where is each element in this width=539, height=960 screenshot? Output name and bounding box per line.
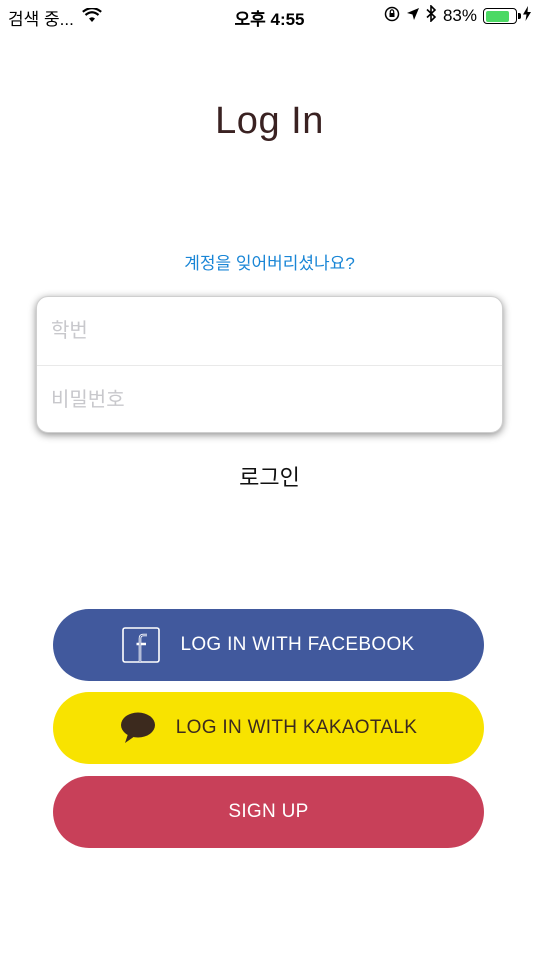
kakaotalk-login-button[interactable]: LOG IN WITH KAKAOTALK bbox=[53, 692, 484, 764]
kakaotalk-login-label: LOG IN WITH KAKAOTALK bbox=[175, 717, 418, 738]
status-bar: 검색 중... 오후 4:55 83% bbox=[0, 0, 539, 32]
login-screen: 검색 중... 오후 4:55 83% Log In 계정을 잊어버리셨나요? … bbox=[0, 0, 539, 960]
facebook-icon bbox=[122, 627, 161, 663]
forgot-account-link[interactable]: 계정을 잊어버리셨나요? bbox=[0, 249, 539, 274]
student-id-input[interactable] bbox=[37, 297, 502, 365]
charging-bolt-icon bbox=[523, 6, 531, 26]
battery-level-fill bbox=[485, 10, 509, 22]
battery-nub bbox=[518, 13, 521, 19]
facebook-login-button[interactable]: LOG IN WITH FACEBOOK bbox=[53, 609, 484, 681]
sign-up-label: SIGN UP bbox=[228, 801, 309, 822]
login-form-card bbox=[36, 296, 503, 433]
sign-up-button[interactable]: SIGN UP bbox=[53, 776, 484, 848]
page-title: Log In bbox=[215, 100, 324, 142]
battery-percent: 83% bbox=[442, 6, 477, 25]
password-input[interactable] bbox=[37, 366, 502, 432]
orientation-lock-icon bbox=[384, 6, 400, 27]
bluetooth-icon bbox=[426, 4, 437, 27]
login-button[interactable]: 로그인 bbox=[0, 460, 539, 492]
facebook-login-label: LOG IN WITH FACEBOOK bbox=[180, 634, 415, 655]
kakaotalk-speech-bubble-icon bbox=[120, 712, 156, 744]
location-arrow-icon bbox=[406, 6, 420, 26]
status-right: 83% bbox=[384, 4, 531, 27]
battery-icon bbox=[483, 8, 521, 24]
